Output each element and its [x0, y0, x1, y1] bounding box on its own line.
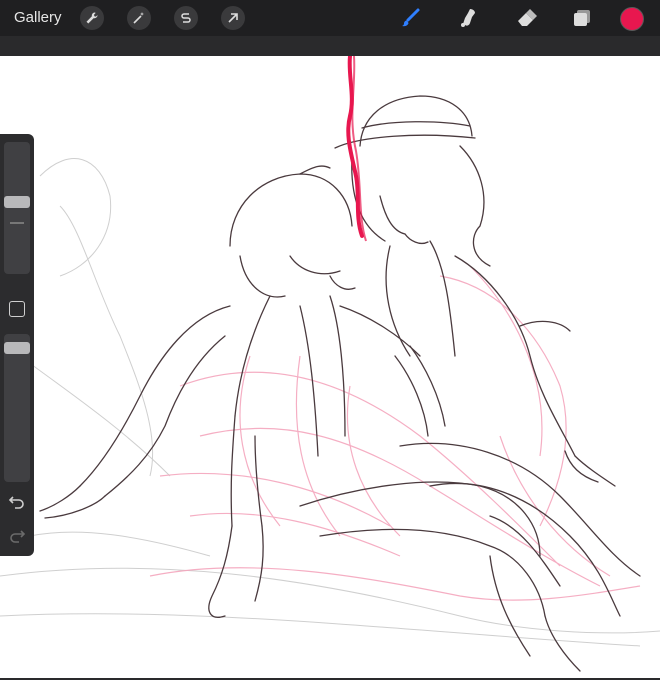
- drawing-canvas[interactable]: [0, 56, 660, 678]
- arrow-transform-icon[interactable]: [221, 6, 245, 30]
- undo-icon[interactable]: [8, 492, 26, 510]
- gallery-button[interactable]: Gallery: [14, 9, 62, 26]
- slider-divider: [10, 222, 24, 224]
- selection-s-icon[interactable]: [174, 6, 198, 30]
- wrench-icon[interactable]: [80, 6, 104, 30]
- left-sidebar: [0, 134, 34, 556]
- smudge-icon[interactable]: [456, 6, 480, 30]
- brush-size-slider[interactable]: [4, 142, 30, 274]
- magic-wand-icon[interactable]: [127, 6, 151, 30]
- brush-icon[interactable]: [398, 6, 422, 30]
- layers-icon[interactable]: [570, 6, 594, 30]
- canvas-area: [0, 36, 660, 680]
- top-toolbar: Gallery: [0, 0, 660, 36]
- opacity-slider[interactable]: [4, 334, 30, 482]
- eraser-icon[interactable]: [514, 6, 538, 30]
- opacity-handle[interactable]: [4, 342, 30, 354]
- brush-size-handle[interactable]: [4, 196, 30, 208]
- color-picker-button[interactable]: [620, 7, 644, 31]
- modify-square-icon[interactable]: [9, 301, 25, 317]
- redo-icon[interactable]: [8, 526, 26, 544]
- sketch-artwork: [0, 56, 660, 672]
